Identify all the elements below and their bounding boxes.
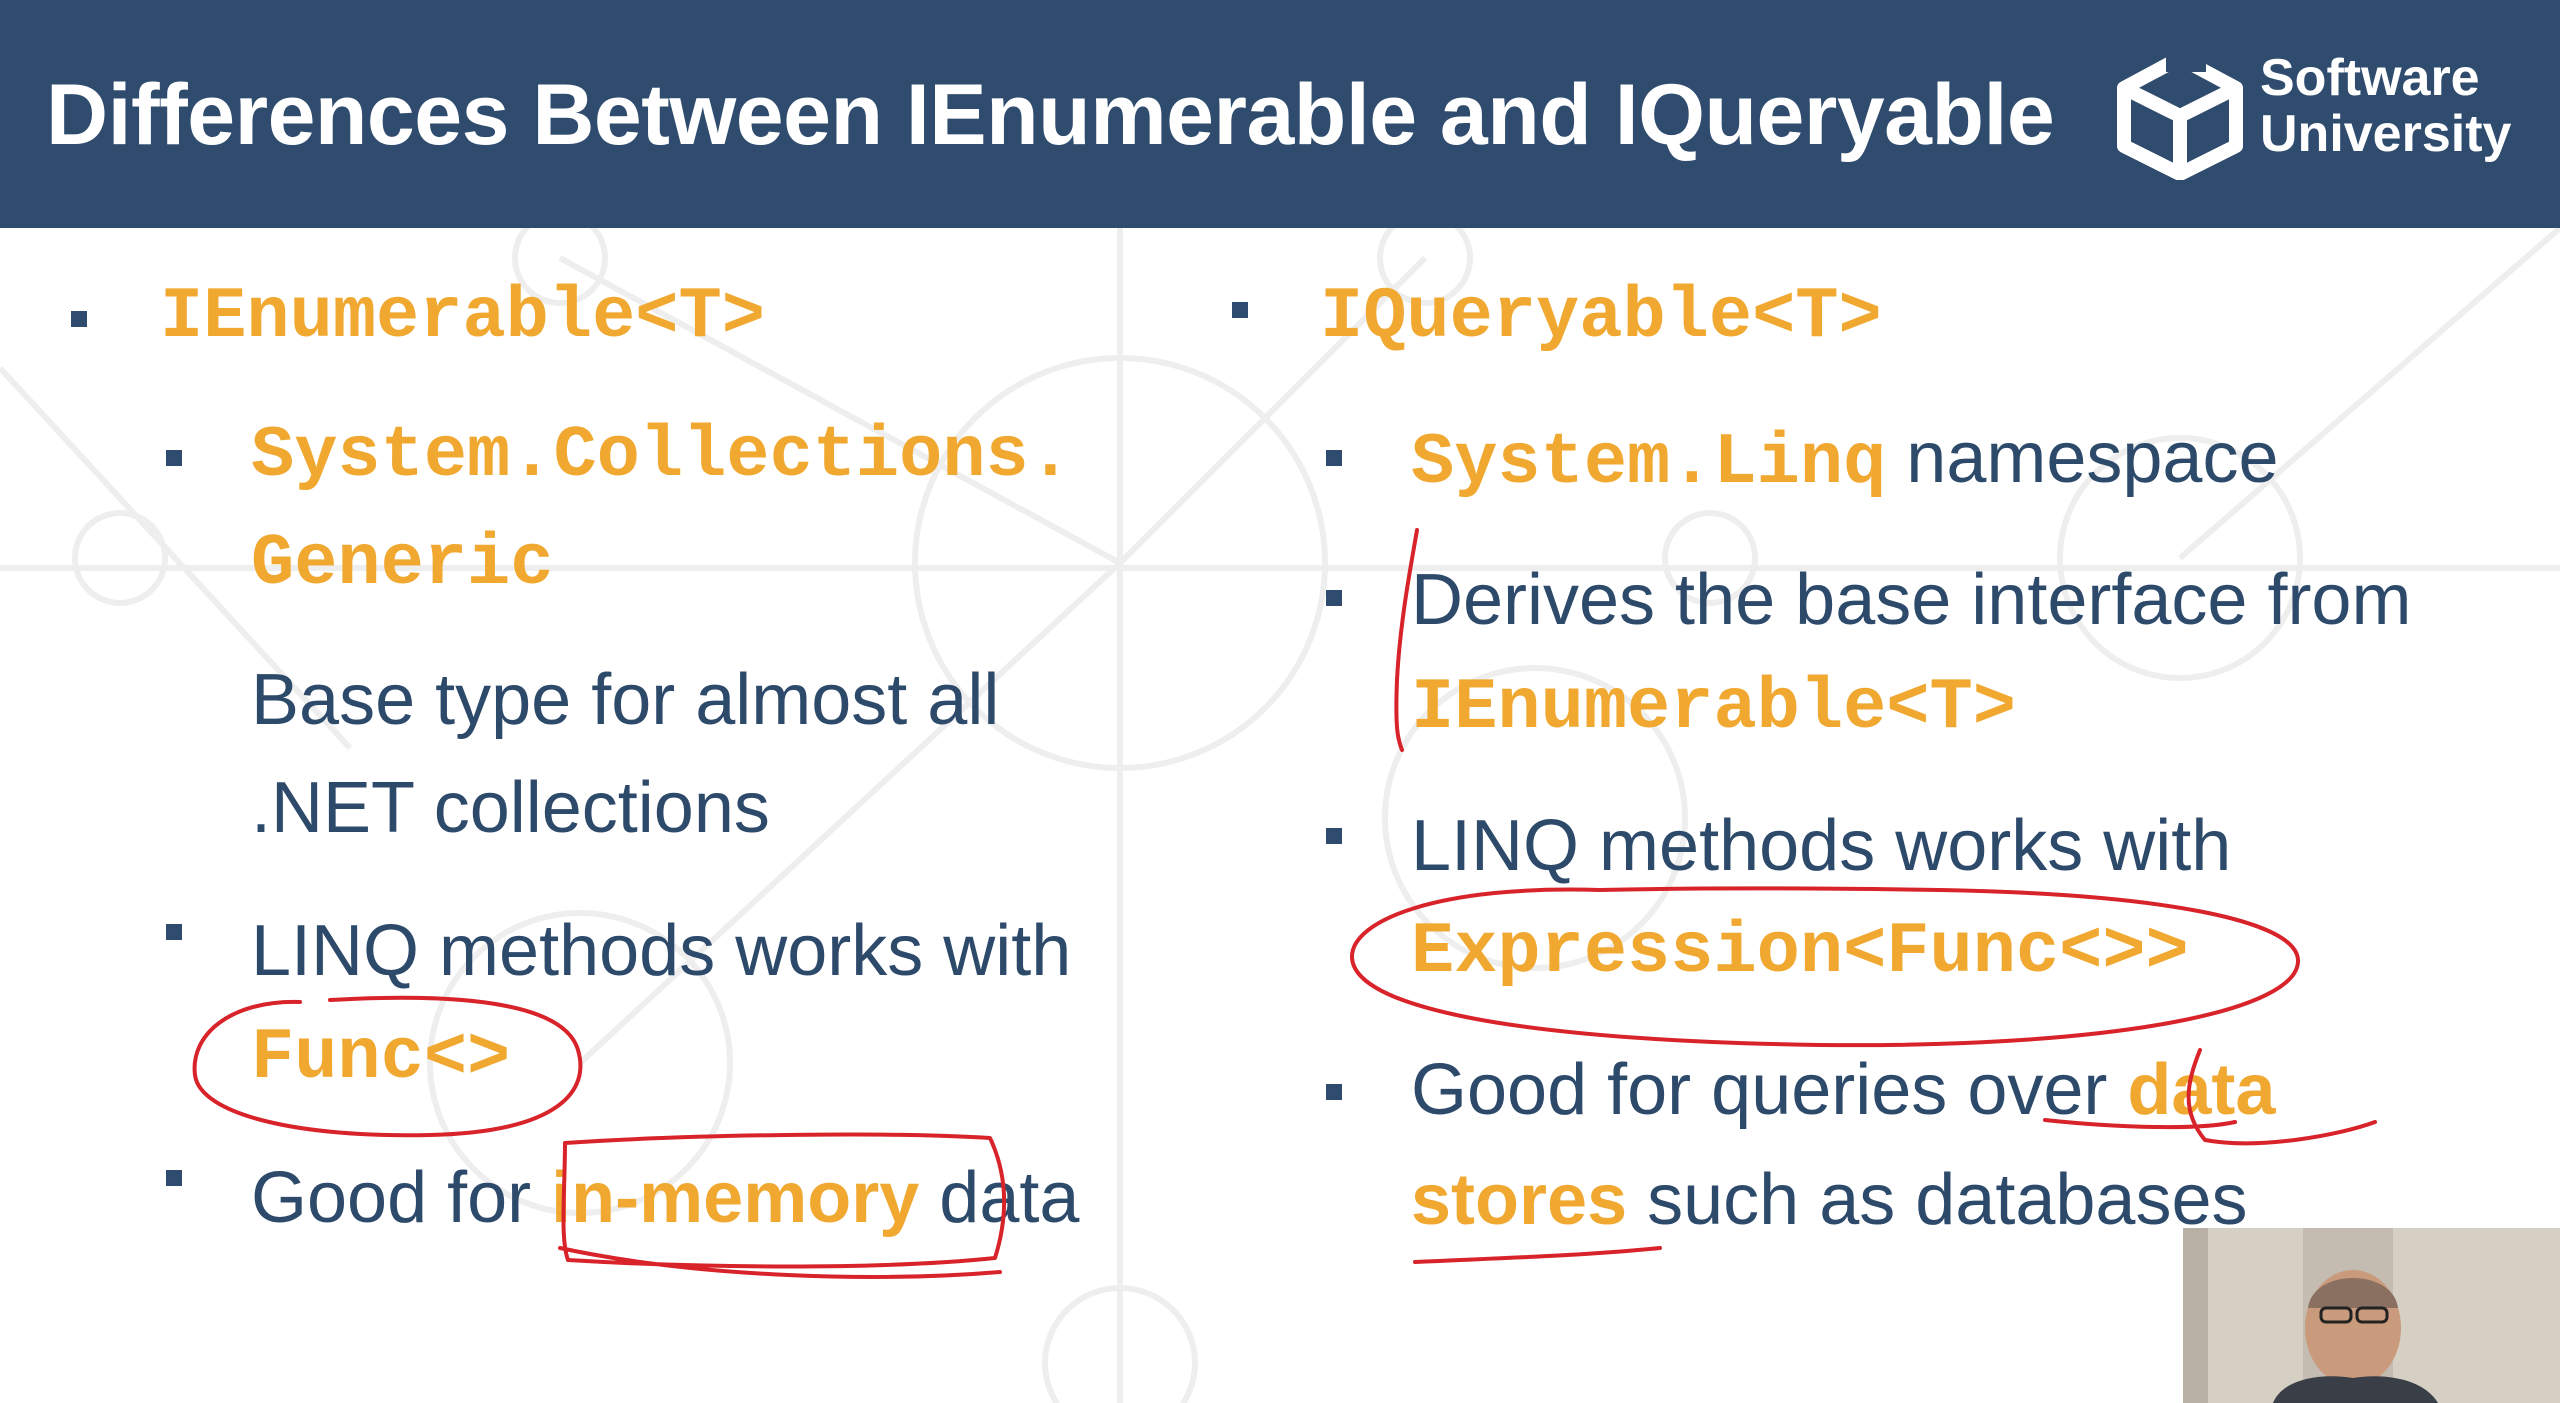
right-item-3-line-2: Expression<Func<>> <box>1411 911 2189 993</box>
left-item-4-post: data <box>919 1158 1080 1238</box>
right-item-4-line-1: Good for queries over data <box>1411 1050 2275 1130</box>
slide-content: IEnumerable<T> System.Collections. Gener… <box>0 228 2560 1403</box>
right-heading: IQueryable<T> <box>1320 276 1882 358</box>
right-item-4-post: such as databases <box>1627 1160 2248 1240</box>
left-item-4-pre: Good for <box>251 1158 552 1238</box>
logo-line-1: Software <box>2260 49 2480 107</box>
softuni-logo: Software University <box>2110 50 2530 180</box>
bullet-icon <box>1326 1084 1342 1100</box>
presenter-webcam <box>2183 1228 2560 1403</box>
left-item-2-line-2: .NET collections <box>251 768 770 848</box>
left-item-1-line-2: Generic <box>251 523 554 605</box>
bullet-icon <box>71 311 87 327</box>
bullet-icon <box>1232 302 1248 318</box>
softuni-cube-icon <box>2117 50 2243 180</box>
right-item-4-highlight-2: stores <box>1411 1160 1628 1240</box>
right-item-4-pre: Good for queries over <box>1411 1050 2128 1130</box>
bullet-icon <box>166 924 182 940</box>
right-item-2-line-2: IEnumerable<T> <box>1411 667 2016 749</box>
title-bar: Differences Between IEnumerable and IQue… <box>0 0 2560 228</box>
left-item-4-highlight: in-memory <box>551 1158 920 1238</box>
bullet-icon <box>1326 590 1342 606</box>
slide-title: Differences Between IEnumerable and IQue… <box>46 67 2055 163</box>
right-item-1: System.Linq namespace <box>1411 418 2279 503</box>
bullet-icon <box>166 450 182 466</box>
left-heading: IEnumerable<T> <box>160 276 765 358</box>
presenter-video-icon <box>2183 1228 2560 1403</box>
right-item-4-highlight-1: data <box>2127 1050 2276 1130</box>
right-item-3-line-1: LINQ methods works with <box>1411 806 2232 886</box>
logo-line-2: University <box>2260 105 2512 163</box>
bullet-icon <box>166 1170 182 1186</box>
left-item-1-line-1: System.Collections. <box>251 415 1072 497</box>
left-item-2-line-1: Base type for almost all <box>251 660 1000 740</box>
right-item-1-text: namespace <box>1886 418 2279 498</box>
bullet-icon <box>1326 450 1342 466</box>
right-item-1-code: System.Linq <box>1411 422 1887 504</box>
bullet-icon <box>1326 828 1342 844</box>
right-item-4-line-2: stores such as databases <box>1411 1160 2248 1240</box>
left-item-3-line-1: LINQ methods works with <box>251 911 1072 991</box>
right-item-2-line-1: Derives the base interface from <box>1411 560 2412 640</box>
left-item-4: Good for in-memory data <box>251 1158 1079 1238</box>
left-item-3-line-2: Func<> <box>251 1017 511 1099</box>
